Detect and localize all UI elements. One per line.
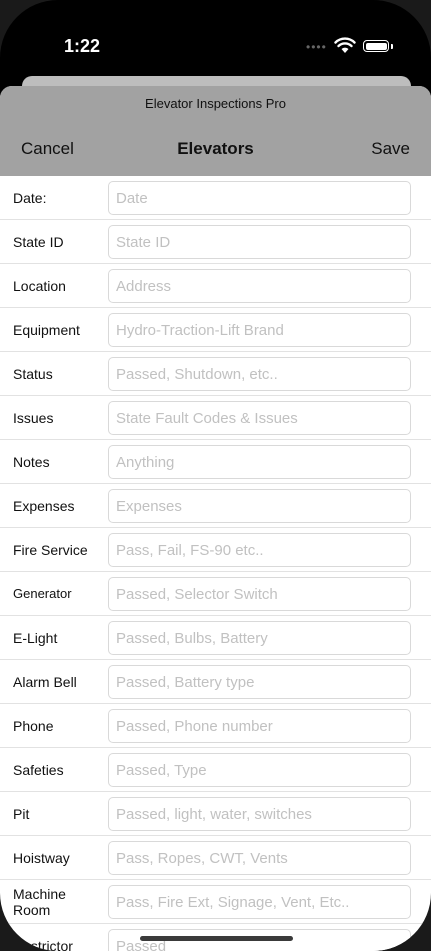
cellular-signal-icon: •••• [306,40,327,54]
battery-icon [363,40,389,52]
form-row-equipment: Equipment [0,308,431,352]
issues-field[interactable] [108,401,411,435]
pit-field[interactable] [108,797,411,831]
notes-field[interactable] [108,445,411,479]
battery-cap [391,44,393,49]
notes-label: Notes [13,454,50,470]
location-label: Location [13,278,66,294]
issues-label: Issues [13,410,54,426]
phone-label: Phone [13,718,54,734]
date-field[interactable] [108,181,411,215]
fire-service-field[interactable] [108,533,411,567]
date-label: Date: [13,190,47,206]
form-row-generator: Generator [0,572,431,616]
form-row-machine-room: Machine Room [0,880,431,924]
form-row-e-light: E-Light [0,616,431,660]
home-indicator[interactable] [140,936,293,941]
machine-room-field[interactable] [108,885,411,919]
phone-screen: 1:22 •••• Elevator Inspections Pro Eleva… [0,0,431,951]
cancel-button[interactable]: Cancel [21,139,74,159]
wifi-icon [334,37,356,53]
expenses-field[interactable] [108,489,411,523]
status-label: Status [13,366,53,382]
fire-service-label: Fire Service [13,542,88,558]
safeties-label: Safeties [13,762,64,778]
machine-room-label: Machine Room [13,886,66,918]
inspection-form: Date: State ID Location Equipment Status… [0,176,431,951]
status-bar: 1:22 •••• [0,0,431,80]
form-row-expenses: Expenses [0,484,431,528]
hoistway-label: Hoistway [13,850,70,866]
form-row-location: Location [0,264,431,308]
form-row-alarm-bell: Alarm Bell [0,660,431,704]
pit-label: Pit [13,806,30,822]
equipment-label: Equipment [13,322,80,338]
form-row-pit: Pit [0,792,431,836]
generator-field[interactable] [108,577,411,611]
form-row-issues: Issues [0,396,431,440]
location-field[interactable] [108,269,411,303]
app-title: Elevator Inspections Pro [145,96,286,111]
alarm-bell-field[interactable] [108,665,411,699]
save-button[interactable]: Save [371,139,410,159]
modal-sheet: Elevator Inspections Pro Elevators Cance… [0,86,431,951]
form-row-state-id: State ID [0,220,431,264]
phone-field[interactable] [108,709,411,743]
status-field[interactable] [108,357,411,391]
form-row-hoistway: Hoistway [0,836,431,880]
safeties-field[interactable] [108,753,411,787]
state-id-field[interactable] [108,225,411,259]
form-row-status: Status [0,352,431,396]
form-row-safeties: Safeties [0,748,431,792]
form-row-phone: Phone [0,704,431,748]
form-row-fire-service: Fire Service [0,528,431,572]
navigation-bar: Elevator Inspections Pro Elevators Cance… [0,86,431,176]
e-light-label: E-Light [13,630,58,646]
hoistway-field[interactable] [108,841,411,875]
status-time: 1:22 [64,36,101,56]
e-light-field[interactable] [108,621,411,655]
state-id-label: State ID [13,234,64,250]
equipment-field[interactable] [108,313,411,347]
expenses-label: Expenses [13,498,75,514]
form-row-notes: Notes [0,440,431,484]
alarm-bell-label: Alarm Bell [13,674,77,690]
form-row-date: Date: [0,176,431,220]
generator-label: Generator [13,586,72,601]
restrictor-label: Restrictor [13,938,73,951]
